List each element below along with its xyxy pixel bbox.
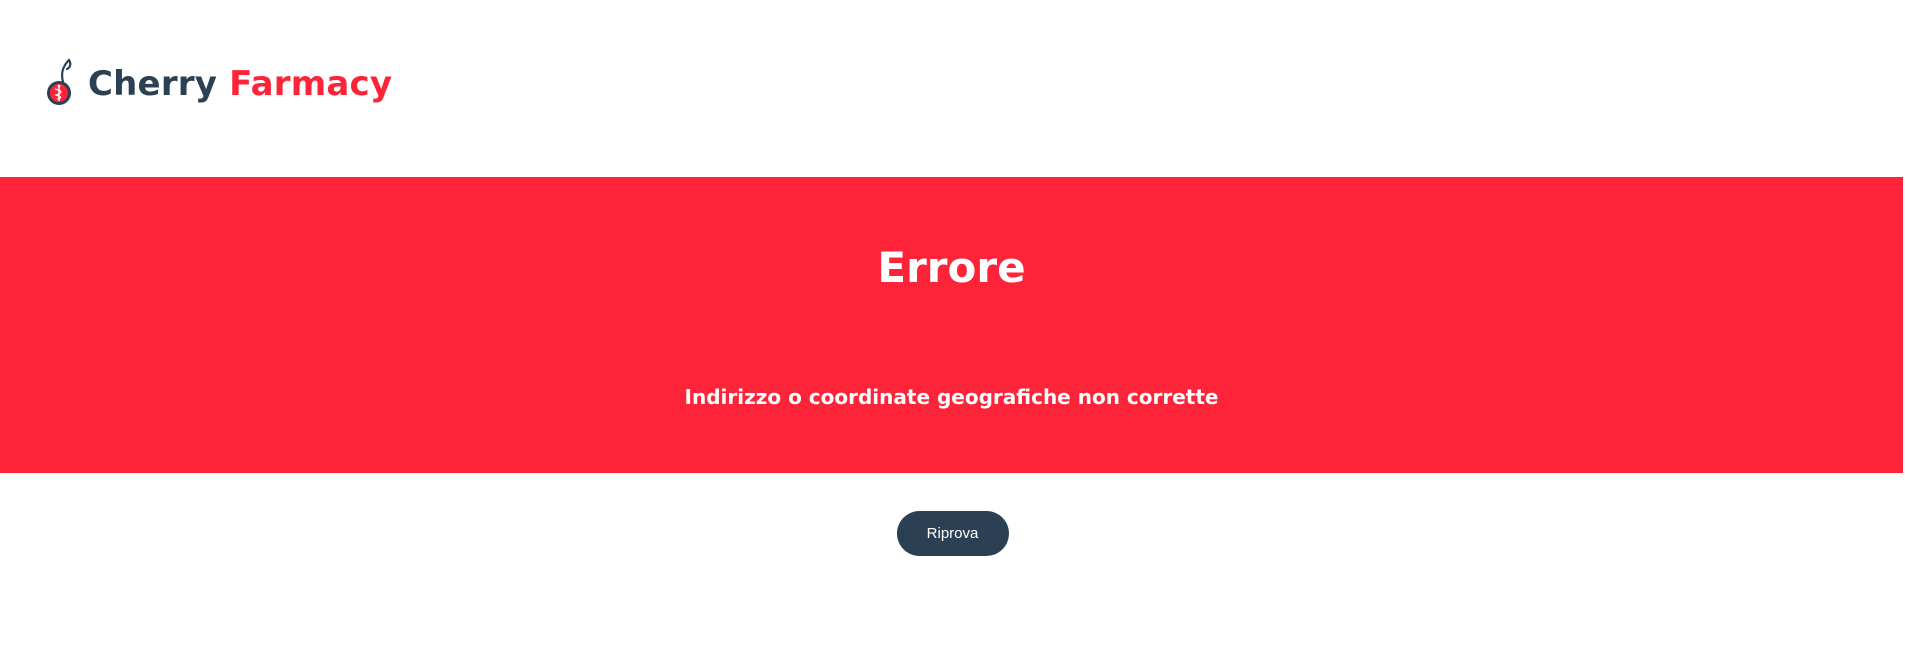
retry-button[interactable]: Riprova: [896, 511, 1009, 556]
error-message: Indirizzo o coordinate geografiche non c…: [684, 385, 1219, 409]
brand-name-first: Cherry: [88, 64, 218, 104]
brand-name: Cherry Farmacy: [88, 64, 392, 104]
error-title: Errore: [877, 243, 1026, 292]
brand-name-second: Farmacy: [229, 64, 393, 104]
retry-container: Riprova: [0, 511, 1905, 556]
site-header: Cherry Farmacy: [0, 0, 1905, 177]
brand-logo[interactable]: Cherry Farmacy: [46, 58, 392, 110]
error-banner: Errore Indirizzo o coordinate geografich…: [0, 177, 1903, 473]
cherry-caduceus-icon: [47, 58, 72, 105]
